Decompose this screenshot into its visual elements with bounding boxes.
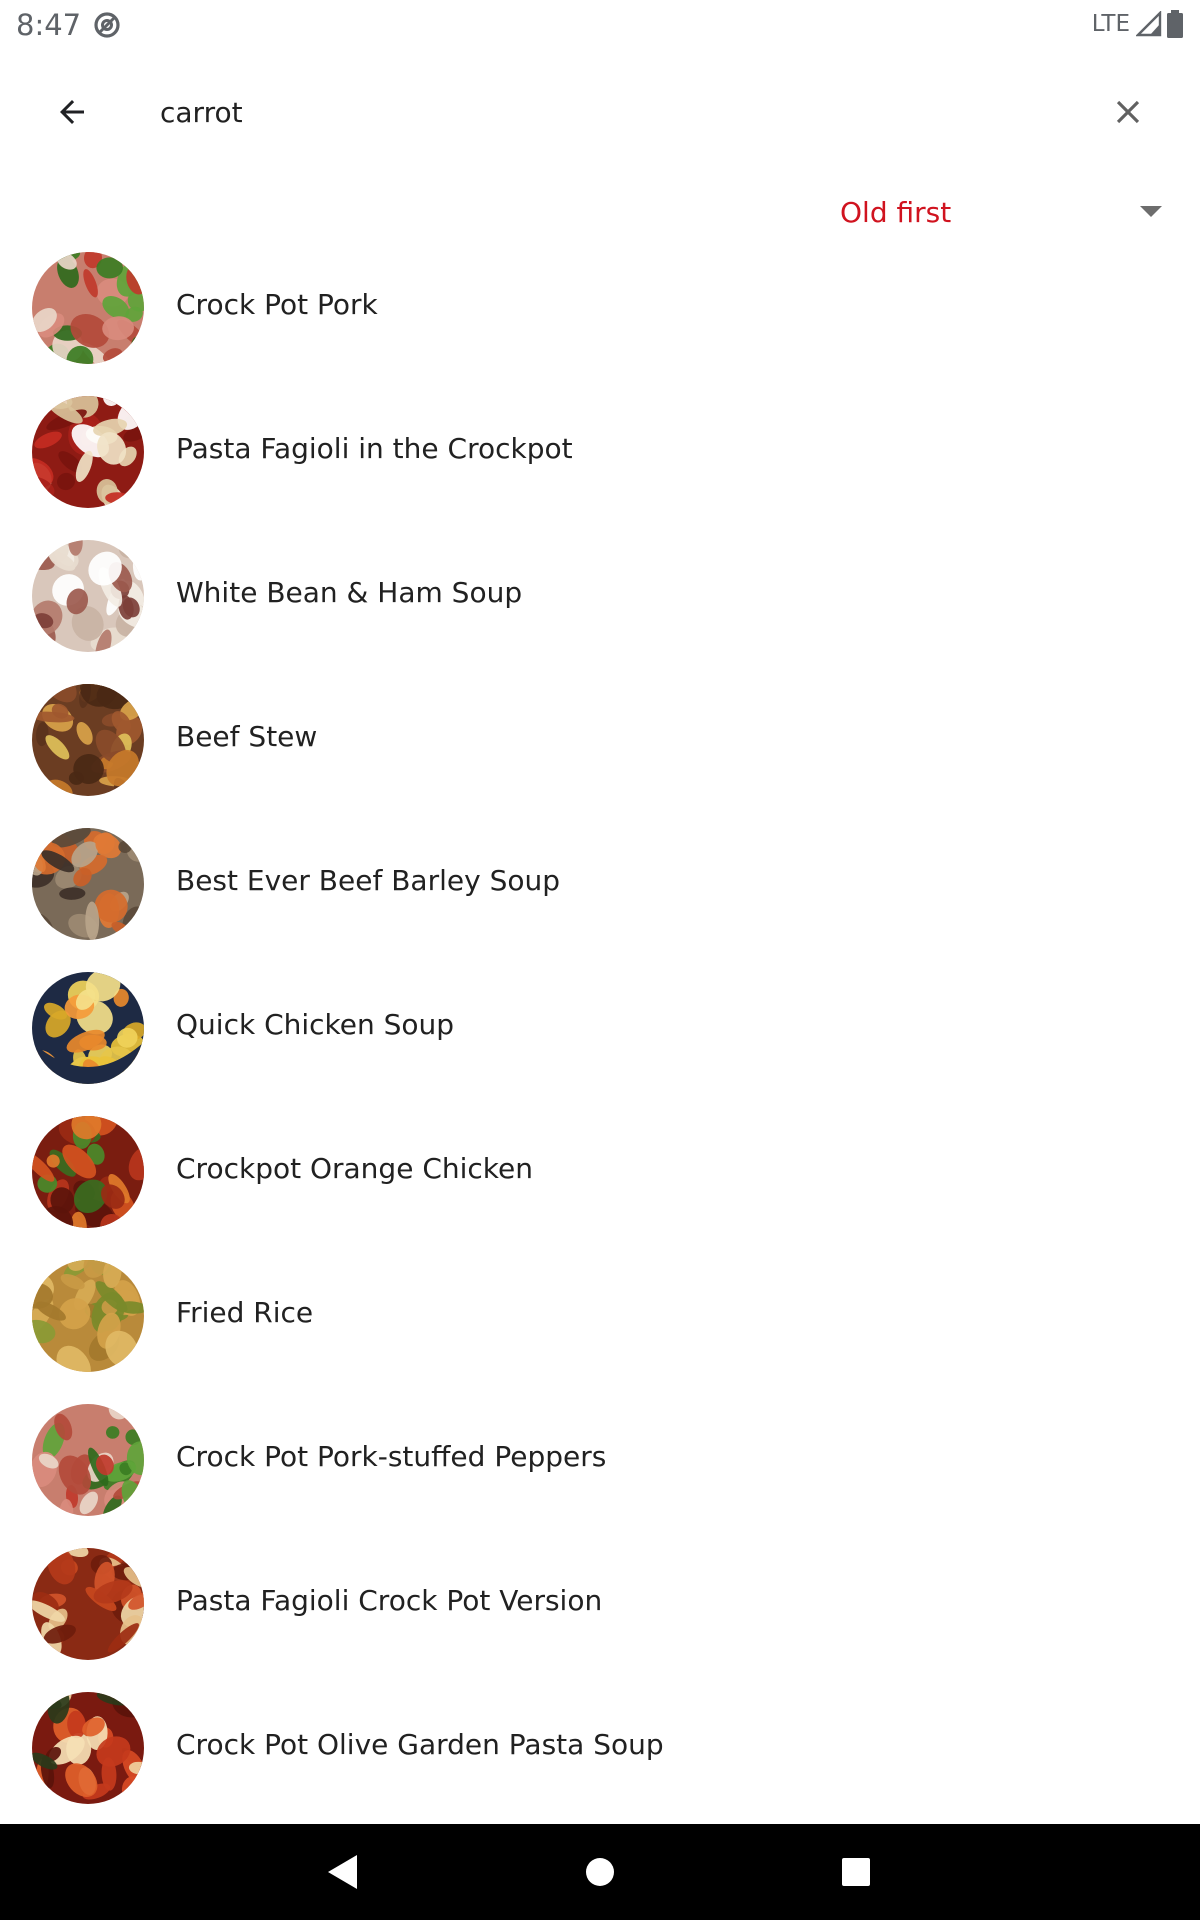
- nav-recents-icon: [842, 1858, 870, 1886]
- recipe-thumbnail: [32, 1692, 144, 1804]
- search-toolbar: [0, 48, 1200, 176]
- recipe-thumbnail: [32, 1404, 144, 1516]
- recipe-list-item[interactable]: Quick Chicken Soup: [0, 970, 1200, 1114]
- recipe-list-item[interactable]: Crock Pot Olive Garden Pasta Soup: [0, 1690, 1200, 1834]
- dropdown-arrow-icon: [1140, 206, 1162, 217]
- recipe-list-item[interactable]: Beef Stew: [0, 682, 1200, 826]
- recipe-thumbnail: [32, 1260, 144, 1372]
- recipe-name: Pasta Fagioli in the Crockpot: [176, 432, 573, 465]
- recipe-thumbnail: [32, 540, 144, 652]
- nav-back-button[interactable]: [314, 1844, 370, 1900]
- recipe-name: Beef Stew: [176, 720, 318, 753]
- recipe-thumbnail: [32, 684, 144, 796]
- status-bar: 8:47 LTE: [0, 0, 1200, 48]
- recipe-list-item[interactable]: Fried Rice: [0, 1258, 1200, 1402]
- recipe-name: Crock Pot Olive Garden Pasta Soup: [176, 1728, 664, 1761]
- recipe-list-item[interactable]: Best Ever Beef Barley Soup: [0, 826, 1200, 970]
- recipe-name: Crockpot Orange Chicken: [176, 1152, 533, 1185]
- recipe-name: White Bean & Ham Soup: [176, 576, 523, 609]
- sort-selected-label: Old first: [840, 196, 952, 229]
- sort-dropdown[interactable]: Old first: [820, 184, 1170, 240]
- nav-back-icon: [328, 1855, 357, 1889]
- do-not-disturb-icon: [94, 12, 120, 38]
- recipe-list: Crock Pot Pork Pasta Fagioli in the Crock…: [0, 250, 1200, 1834]
- navigation-bar: [0, 1824, 1200, 1920]
- recipe-thumbnail: [32, 396, 144, 508]
- nav-recents-button[interactable]: [828, 1844, 884, 1900]
- recipe-list-item[interactable]: Pasta Fagioli Crock Pot Version: [0, 1546, 1200, 1690]
- nav-home-icon: [586, 1858, 614, 1886]
- search-input[interactable]: [160, 84, 1060, 140]
- recipe-list-item[interactable]: Crockpot Orange Chicken: [0, 1114, 1200, 1258]
- clear-search-button[interactable]: [1098, 86, 1158, 138]
- battery-icon: [1167, 10, 1183, 38]
- recipe-name: Crock Pot Pork-stuffed Peppers: [176, 1440, 607, 1473]
- recipe-thumbnail: [32, 1548, 144, 1660]
- recipe-thumbnail: [32, 252, 144, 364]
- back-button[interactable]: [36, 88, 108, 136]
- recipe-list-item[interactable]: Pasta Fagioli in the Crockpot: [0, 394, 1200, 538]
- recipe-list-item[interactable]: Crock Pot Pork-stuffed Peppers: [0, 1402, 1200, 1546]
- recipe-thumbnail: [32, 828, 144, 940]
- recipe-thumbnail: [32, 972, 144, 1084]
- network-type: LTE: [1091, 11, 1130, 37]
- arrow-back-icon: [60, 100, 84, 124]
- recipe-list-item[interactable]: White Bean & Ham Soup: [0, 538, 1200, 682]
- recipe-name: Best Ever Beef Barley Soup: [176, 864, 561, 897]
- sort-row: Old first: [0, 176, 1200, 248]
- nav-home-button[interactable]: [572, 1844, 628, 1900]
- recipe-thumbnail: [32, 1116, 144, 1228]
- status-right: LTE: [1092, 8, 1184, 40]
- status-time: 8:47: [16, 8, 82, 42]
- recipe-name: Pasta Fagioli Crock Pot Version: [176, 1584, 603, 1617]
- recipe-list-item[interactable]: Crock Pot Pork: [0, 250, 1200, 394]
- recipe-name: Crock Pot Pork: [176, 288, 378, 321]
- screen: 8:47 LTE carrot Old first Crock Pot Pork…: [0, 0, 1200, 1920]
- recipe-name: Quick Chicken Soup: [176, 1008, 455, 1041]
- cell-signal-icon: [1136, 11, 1162, 37]
- close-icon: [1116, 100, 1140, 124]
- recipe-name: Fried Rice: [176, 1296, 314, 1329]
